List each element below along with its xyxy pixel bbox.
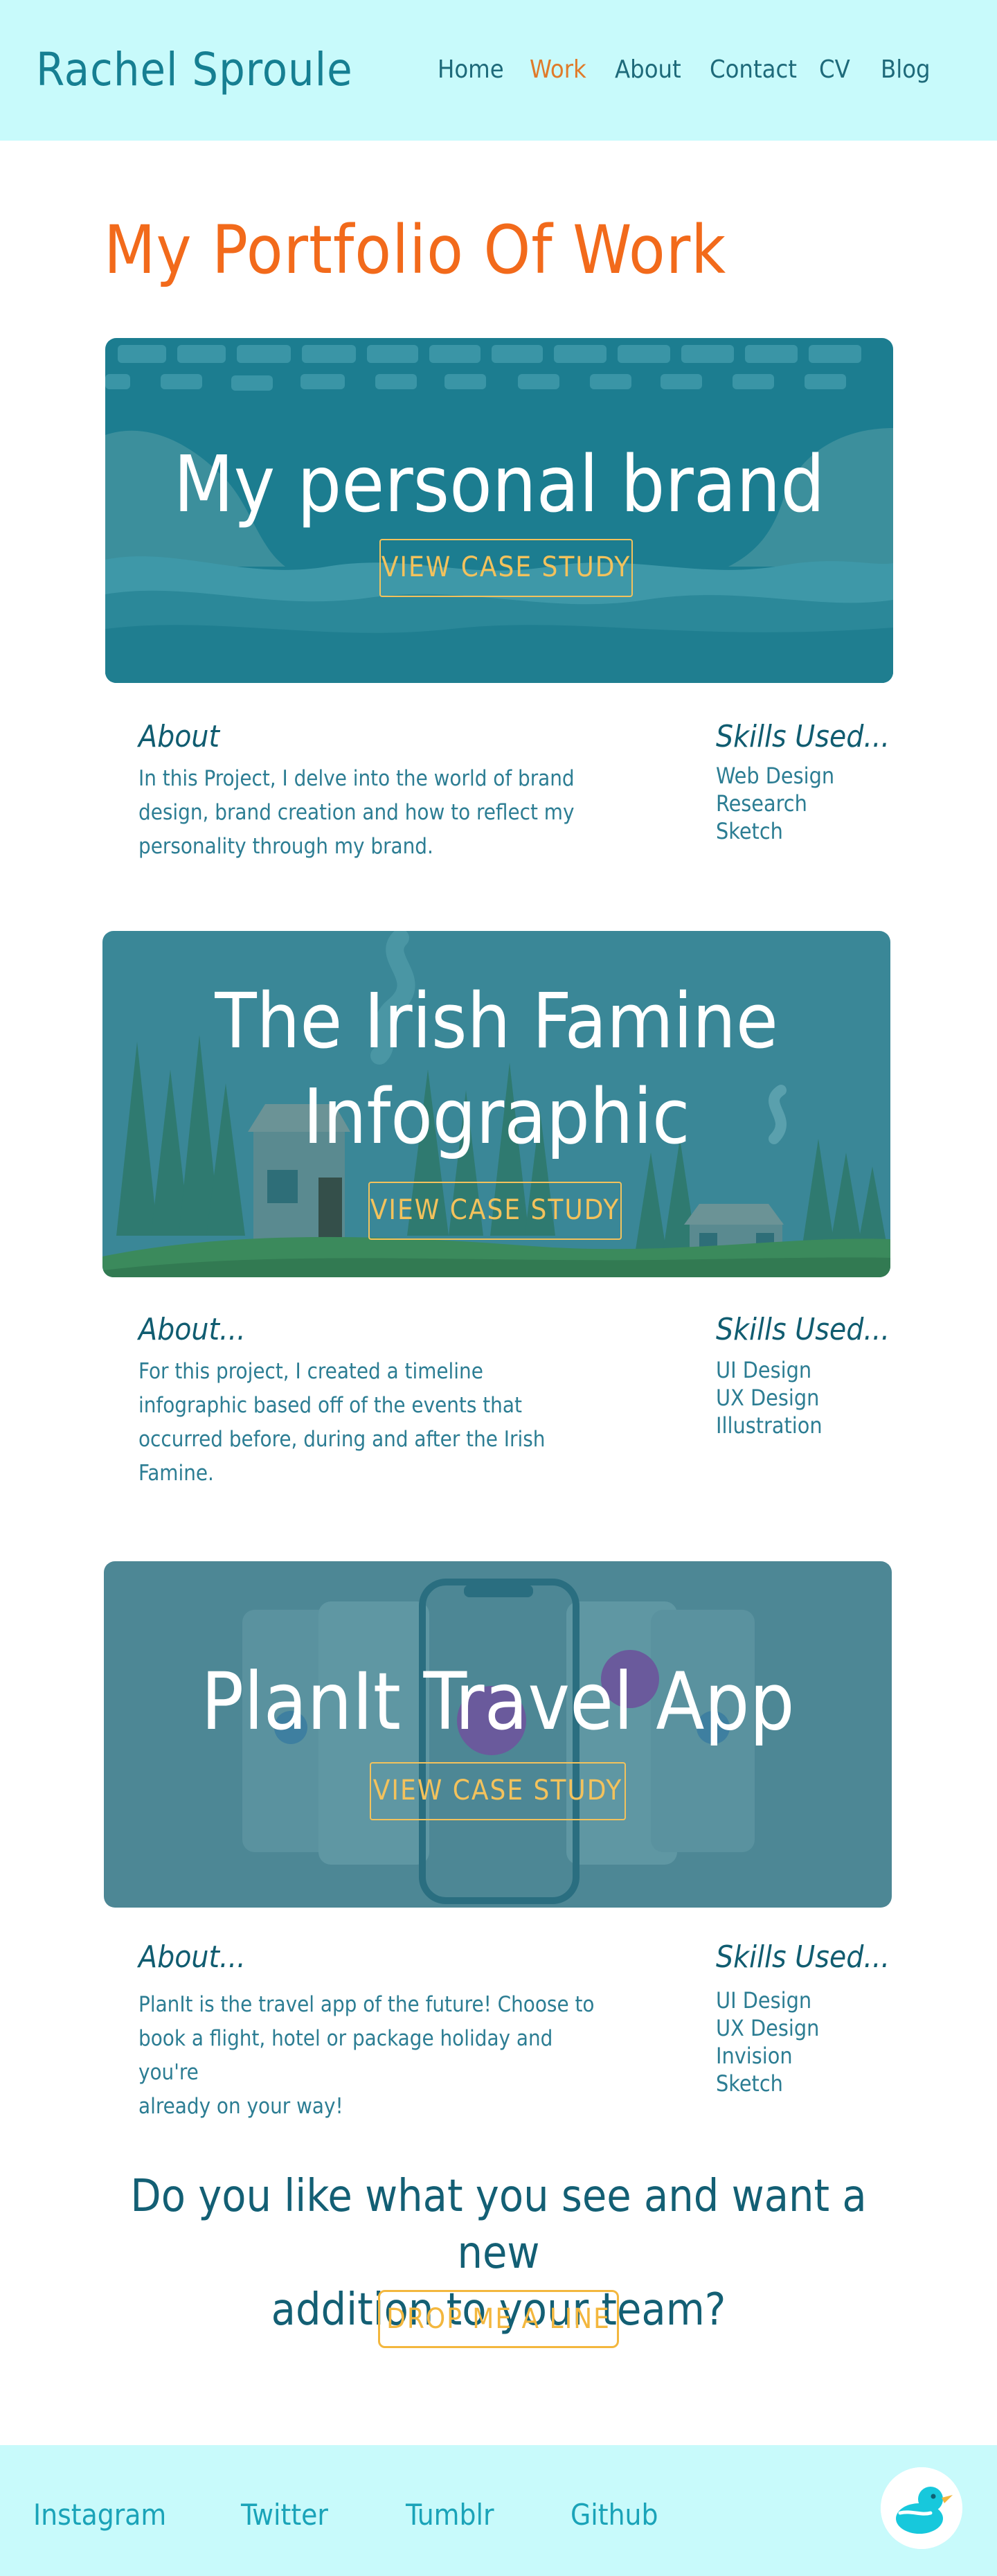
about-line: Famine. [138, 1461, 214, 1486]
nav-work[interactable]: Work [530, 55, 586, 84]
nav-home[interactable]: Home [438, 55, 504, 84]
site-header: Rachel Sproule Home Work About Contact C… [0, 0, 997, 141]
footer-link-tumblr[interactable]: Tumblr [406, 2498, 494, 2532]
skill-item: Sketch [716, 818, 783, 844]
view-case-study-button[interactable]: VIEW CASE STUDY [379, 539, 633, 597]
skills-list: Web Design Research Sketch [716, 762, 834, 845]
about-text: For this project, I created a timeline i… [138, 1355, 582, 1491]
drop-me-a-line-button[interactable]: DROP ME A LINE [378, 2290, 619, 2348]
project-title-line: Infographic [303, 1072, 690, 1161]
about-line: occurred before, during and after the Ir… [138, 1427, 546, 1452]
skills-heading: Skills Used... [716, 1939, 890, 1975]
about-text: In this Project, I delve into the world … [138, 762, 582, 864]
about-text: PlanIt is the travel app of the future! … [138, 1988, 609, 2124]
skills-list: UI Design UX Design Illustration [716, 1356, 823, 1439]
skill-item: Research [716, 790, 807, 817]
project-card-irish-famine[interactable]: The Irish Famine Infographic VIEW CASE S… [102, 931, 890, 1277]
nav-about[interactable]: About [615, 55, 681, 84]
view-case-study-button[interactable]: VIEW CASE STUDY [368, 1182, 622, 1240]
about-heading: About [138, 719, 220, 754]
skill-item: UI Design [716, 1987, 812, 2014]
about-line: design, brand creation and how to reflec… [138, 800, 575, 825]
skills-heading: Skills Used... [716, 1312, 890, 1347]
skill-item: Sketch [716, 2070, 783, 2097]
skill-item: UX Design [716, 2015, 820, 2041]
footer-link-twitter[interactable]: Twitter [241, 2498, 328, 2532]
footer-link-github[interactable]: Github [571, 2498, 658, 2532]
about-heading: About... [138, 1312, 246, 1347]
about-line: infographic based off of the events that [138, 1393, 522, 1418]
contact-question-line: Do you like what you see and want a new [130, 2171, 867, 2279]
nav-cv[interactable]: CV [819, 55, 850, 84]
project-card-planit-app[interactable]: PlanIt Travel App VIEW CASE STUDY [104, 1561, 892, 1908]
project-title: PlanIt Travel App [201, 1655, 795, 1748]
nav-contact[interactable]: Contact [710, 55, 797, 84]
about-line: PlanIt is the travel app of the future! … [138, 1992, 595, 2017]
skill-item: Web Design [716, 763, 835, 789]
page-title: My Portfolio Of Work [104, 211, 727, 289]
footer-link-instagram[interactable]: Instagram [33, 2498, 166, 2532]
skill-item: UI Design [716, 1357, 812, 1383]
about-line: already on your way! [138, 2094, 343, 2119]
view-case-study-button[interactable]: VIEW CASE STUDY [370, 1762, 626, 1820]
about-line: book a flight, hotel or package holiday … [138, 2026, 553, 2085]
project-title: The Irish Famine Infographic [102, 974, 890, 1164]
nav-blog[interactable]: Blog [881, 55, 931, 84]
skills-list: UI Design UX Design Invision Sketch [716, 1987, 819, 2097]
site-footer: Instagram Twitter Tumblr Github [0, 2445, 997, 2576]
project-title: My personal brand [173, 440, 825, 530]
about-line: personality through my brand. [138, 834, 433, 859]
skill-item: Illustration [716, 1412, 823, 1439]
project-card-personal-brand[interactable]: My personal brand VIEW CASE STUDY [105, 338, 893, 683]
skills-heading: Skills Used... [716, 719, 890, 754]
duck-icon [881, 2467, 962, 2549]
about-line: In this Project, I delve into the world … [138, 766, 575, 791]
skill-item: UX Design [716, 1385, 820, 1411]
about-line: For this project, I created a timeline [138, 1359, 483, 1384]
skill-item: Invision [716, 2043, 793, 2069]
project-title-line: The Irish Famine [215, 977, 778, 1065]
about-heading: About... [138, 1939, 246, 1975]
duck-logo-icon[interactable] [881, 2467, 962, 2549]
main-nav: Home Work About Contact CV Blog [0, 55, 997, 90]
